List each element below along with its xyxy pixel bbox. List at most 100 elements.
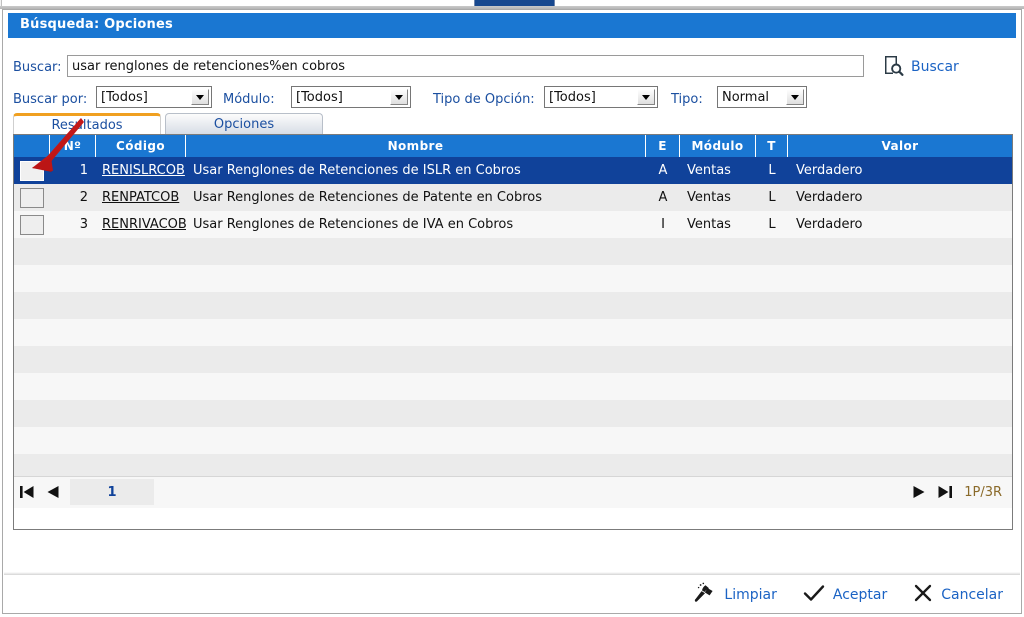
tipo-de-opcion-label: Tipo de Opción:: [433, 92, 535, 107]
row-valor: Verdadero: [796, 163, 863, 178]
grid-header-codigo[interactable]: Código: [96, 135, 186, 157]
row-select-cell[interactable]: [14, 211, 50, 238]
filters-row: Buscar por: [Todos] Módulo: [Todos] Tipo…: [3, 79, 1023, 109]
last-page-button[interactable]: [932, 479, 958, 505]
row-modulo: Ventas: [687, 163, 731, 178]
cancelar-label: Cancelar: [941, 587, 1003, 603]
row-estado: I: [661, 217, 665, 232]
cancelar-button[interactable]: Cancelar: [913, 583, 1003, 607]
row-checkbox[interactable]: [20, 187, 44, 208]
tipo-select[interactable]: Normal: [717, 86, 807, 108]
search-row: Buscar: Buscar: [3, 47, 1023, 77]
footer-separator: [4, 572, 1020, 575]
grid-body: 1 RENISLRCOB Usar Renglones de Retencion…: [14, 157, 1012, 508]
check-icon: [803, 583, 825, 607]
grid-header-nombre[interactable]: Nombre: [186, 135, 646, 157]
search-options-dialog: Búsqueda: Opciones Buscar: Buscar: [2, 9, 1022, 614]
modulo-label: Módulo:: [223, 92, 275, 107]
row-codigo[interactable]: RENRIVACOB: [96, 211, 186, 238]
row-tipo: L: [768, 190, 776, 205]
chevron-down-icon[interactable]: [786, 89, 804, 105]
next-page-button[interactable]: [906, 479, 932, 505]
close-x-icon: [913, 583, 933, 607]
broom-icon: [692, 582, 716, 608]
pagination-bar: 1 1P/3R: [14, 476, 1012, 507]
row-valor: Verdadero: [796, 190, 863, 205]
row-codigo[interactable]: RENPATCOB: [96, 184, 186, 211]
tipo-value: Normal: [722, 89, 770, 105]
tipo-de-opcion-select[interactable]: [Todos]: [544, 86, 658, 108]
page-title: Búsqueda: Opciones: [20, 17, 173, 32]
aceptar-label: Aceptar: [832, 587, 888, 603]
grid-header-valor[interactable]: Valor: [788, 135, 1012, 157]
modulo-value: [Todos]: [296, 89, 343, 105]
chevron-down-icon[interactable]: [637, 89, 655, 105]
modulo-select[interactable]: [Todos]: [291, 86, 411, 108]
screen-root: Búsqueda: Opciones Buscar: Buscar: [0, 0, 1024, 617]
grid-header-modulo[interactable]: Módulo: [680, 135, 756, 157]
tab-resultados[interactable]: Resultados: [13, 113, 161, 135]
empty-row: [14, 373, 1012, 400]
table-row[interactable]: 2 RENPATCOB Usar Renglones de Retencione…: [14, 184, 1012, 211]
row-numero: 2: [79, 190, 88, 205]
row-numero: 1: [79, 163, 88, 178]
aceptar-button[interactable]: Aceptar: [803, 583, 887, 607]
row-codigo-link[interactable]: RENRIVACOB: [102, 217, 186, 232]
dialog-title-bar: Búsqueda: Opciones: [8, 13, 1016, 38]
tab-opciones[interactable]: Opciones: [165, 113, 323, 135]
empty-row: [14, 427, 1012, 454]
empty-row: [14, 400, 1012, 427]
empty-row: [14, 346, 1012, 373]
row-tipo: L: [768, 163, 776, 178]
row-checkbox[interactable]: [20, 160, 44, 181]
search-input[interactable]: [67, 55, 864, 77]
grid-header-numero[interactable]: Nº: [50, 135, 96, 157]
previous-page-button[interactable]: [40, 479, 66, 505]
row-nombre: Usar Renglones de Retenciones de ISLR en…: [193, 163, 521, 178]
pagination-count-label: 1P/3R: [964, 484, 1002, 500]
grid-header-row: Nº Código Nombre E Módulo T Valor: [14, 135, 1012, 157]
row-codigo-link[interactable]: RENISLRCOB: [102, 163, 185, 178]
row-numero: 3: [79, 217, 88, 232]
limpiar-label: Limpiar: [724, 587, 777, 603]
row-estado: A: [658, 163, 668, 178]
results-panel: Nº Código Nombre E Módulo T Valor 1 RENI…: [13, 134, 1013, 530]
tab-opciones-label: Opciones: [213, 116, 275, 132]
row-select-cell[interactable]: [14, 184, 50, 211]
grid-header-e[interactable]: E: [646, 135, 680, 157]
search-submit-label: Buscar: [911, 59, 959, 75]
limpiar-button[interactable]: Limpiar: [692, 582, 777, 608]
tipo-label: Tipo:: [671, 92, 703, 107]
tipo-de-opcion-value: [Todos]: [549, 89, 596, 105]
background-window-strip: [0, 0, 1024, 9]
row-select-cell[interactable]: [14, 157, 50, 184]
buscar-por-label: Buscar por:: [13, 92, 88, 107]
current-page-number[interactable]: 1: [70, 479, 154, 505]
row-checkbox[interactable]: [20, 214, 44, 235]
buscar-por-select[interactable]: [Todos]: [96, 86, 212, 108]
tab-bar: Resultados Opciones: [13, 113, 1013, 135]
grid-header-t[interactable]: T: [756, 135, 788, 157]
row-tipo: L: [768, 217, 776, 232]
document-search-icon: [883, 54, 904, 80]
search-label: Buscar:: [13, 60, 62, 75]
grid-header-select[interactable]: [14, 135, 50, 157]
tab-resultados-label: Resultados: [51, 118, 123, 133]
row-codigo-link[interactable]: RENPATCOB: [102, 190, 179, 205]
row-modulo: Ventas: [687, 217, 731, 232]
table-row[interactable]: 3 RENRIVACOB Usar Renglones de Retencion…: [14, 211, 1012, 238]
row-nombre: Usar Renglones de Retenciones de IVA en …: [193, 217, 514, 232]
row-codigo[interactable]: RENISLRCOB: [96, 157, 186, 184]
row-nombre: Usar Renglones de Retenciones de Patente…: [193, 190, 543, 205]
row-estado: A: [658, 190, 668, 205]
empty-row: [14, 238, 1012, 265]
empty-row: [14, 265, 1012, 292]
chevron-down-icon[interactable]: [390, 89, 408, 105]
chevron-down-icon[interactable]: [191, 89, 209, 105]
buscar-por-value: [Todos]: [101, 89, 148, 105]
dialog-footer: Limpiar Aceptar Cancelar: [3, 576, 1021, 614]
first-page-button[interactable]: [14, 479, 40, 505]
row-modulo: Ventas: [687, 190, 731, 205]
search-submit-button[interactable]: Buscar: [883, 54, 959, 80]
table-row[interactable]: 1 RENISLRCOB Usar Renglones de Retencion…: [14, 157, 1012, 184]
